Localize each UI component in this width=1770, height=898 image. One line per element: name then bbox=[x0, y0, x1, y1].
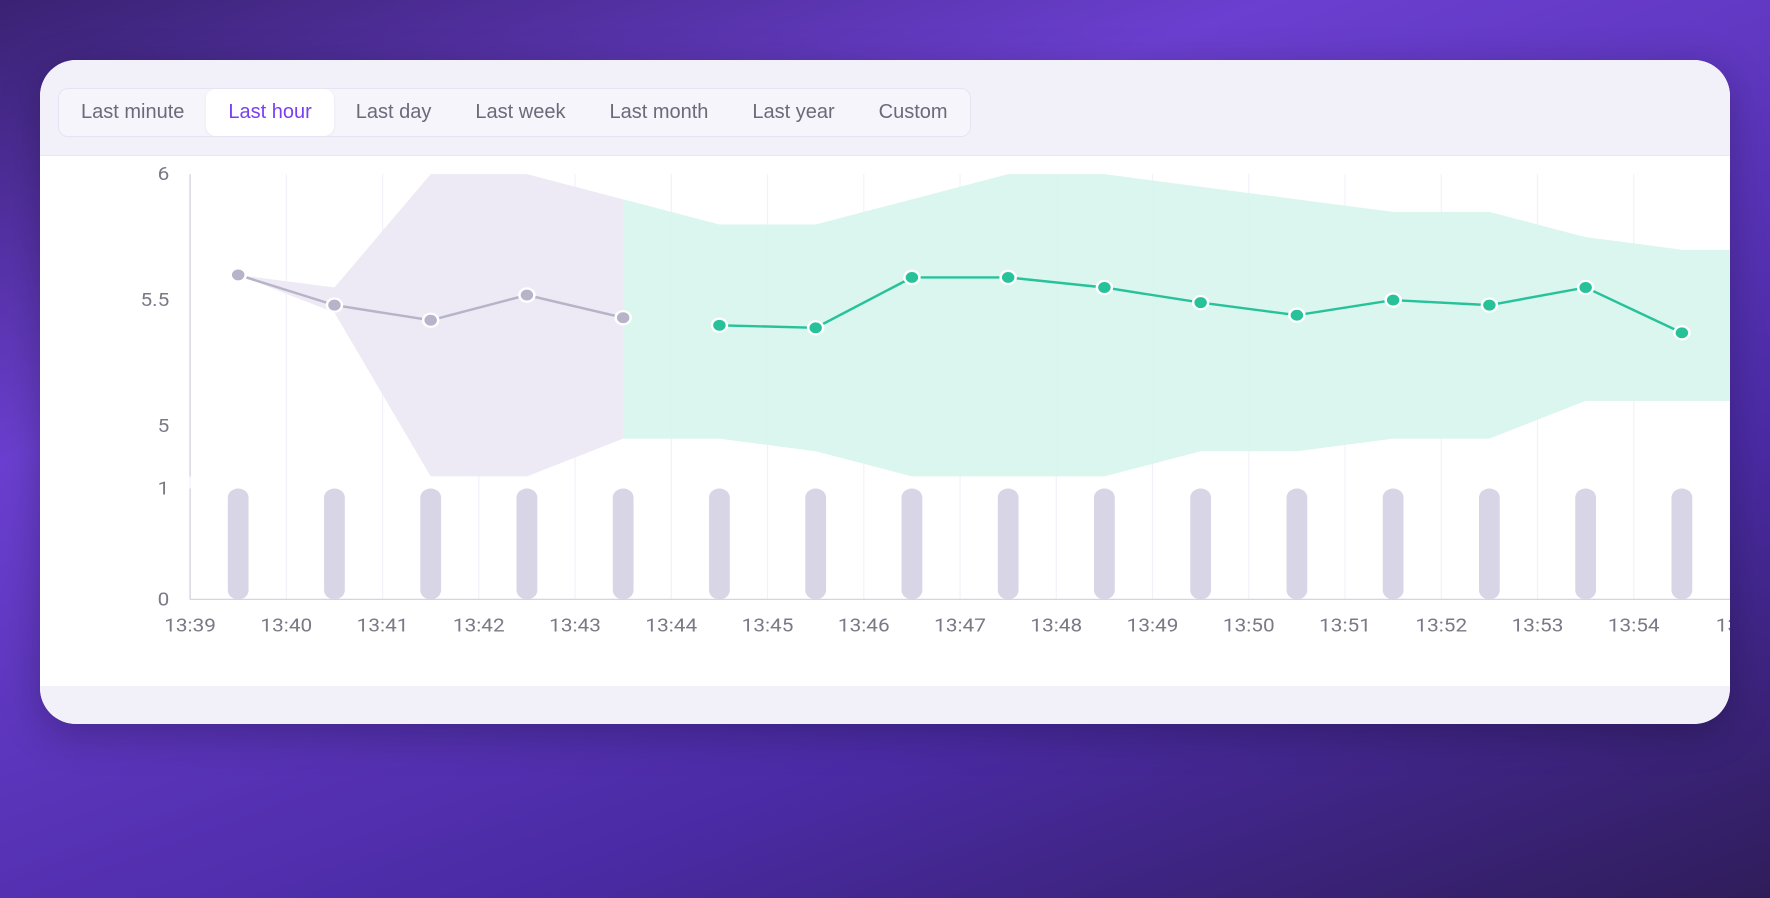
x-tick-label: 13:41 bbox=[357, 615, 409, 636]
volume-bar bbox=[1190, 489, 1211, 600]
x-tick-label: 13: bbox=[1716, 615, 1730, 636]
time-filter-last-month[interactable]: Last month bbox=[587, 89, 730, 136]
time-filter-last-hour[interactable]: Last hour bbox=[206, 89, 333, 136]
series-point-live bbox=[1193, 296, 1208, 309]
series-point-live bbox=[712, 319, 727, 332]
series-point-historical bbox=[423, 314, 438, 327]
x-tick-label: 13:43 bbox=[549, 615, 601, 636]
x-tick-label: 13:50 bbox=[1223, 615, 1275, 636]
volume-bar bbox=[1479, 489, 1500, 600]
series-point-live bbox=[1674, 326, 1689, 339]
time-filter-label: Last hour bbox=[228, 101, 311, 123]
y-tick-label: 6 bbox=[158, 163, 170, 184]
volume-bar bbox=[902, 489, 923, 600]
volume-bar bbox=[324, 489, 345, 600]
time-range-filter-group: Last minute Last hour Last day Last week Las… bbox=[58, 88, 971, 137]
series-point-live bbox=[808, 321, 823, 334]
series-point-live bbox=[1386, 294, 1401, 307]
volume-bar bbox=[805, 489, 826, 600]
x-tick-label: 13:44 bbox=[645, 615, 697, 636]
y-tick-label: 5 bbox=[158, 415, 170, 436]
volume-bar bbox=[1094, 489, 1115, 600]
metrics-card: Last minute Last hour Last day Last week Las… bbox=[40, 60, 1730, 724]
volume-bar bbox=[1575, 489, 1596, 600]
timeseries-chart: 5 5.5 6 0 1 13:39 13:40 13:41 13:42 13:43 13:44 13:… bbox=[40, 156, 1730, 686]
time-filter-last-day[interactable]: Last day bbox=[334, 89, 454, 136]
time-filter-custom[interactable]: Custom bbox=[857, 89, 970, 136]
time-filter-label: Last week bbox=[475, 101, 565, 123]
volume-bar bbox=[613, 489, 634, 600]
x-tick-label: 13:49 bbox=[1127, 615, 1179, 636]
y-tick-label: 5.5 bbox=[140, 289, 169, 310]
series-point-live bbox=[1578, 281, 1593, 294]
volume-bar bbox=[1287, 489, 1308, 600]
volume-bar bbox=[1671, 489, 1692, 600]
x-tick-label: 13:53 bbox=[1512, 615, 1564, 636]
volume-bar bbox=[420, 489, 441, 600]
card-footer bbox=[40, 686, 1730, 724]
time-range-toolbar: Last minute Last hour Last day Last week Las… bbox=[40, 60, 1730, 156]
confidence-band-live bbox=[623, 174, 1730, 476]
time-filter-last-minute[interactable]: Last minute bbox=[59, 89, 206, 136]
volume-bar bbox=[517, 489, 538, 600]
series-point-historical bbox=[616, 311, 631, 324]
x-tick-label: 13:47 bbox=[934, 615, 986, 636]
x-tick-label: 13:51 bbox=[1319, 615, 1371, 636]
series-point-live bbox=[1482, 299, 1497, 312]
volume-bar bbox=[228, 489, 249, 600]
time-filter-label: Last month bbox=[609, 101, 708, 123]
bar-y-tick-label: 1 bbox=[158, 478, 170, 499]
time-filter-label: Last day bbox=[356, 101, 432, 123]
time-filter-last-year[interactable]: Last year bbox=[730, 89, 856, 136]
chart-area: 5 5.5 6 0 1 13:39 13:40 13:41 13:42 13:43 13:44 13:… bbox=[40, 156, 1730, 686]
time-filter-label: Last minute bbox=[81, 101, 184, 123]
time-filter-label: Last year bbox=[752, 101, 834, 123]
volume-bar bbox=[709, 489, 730, 600]
volume-bar bbox=[1383, 489, 1404, 600]
series-point-historical bbox=[231, 268, 246, 281]
series-point-historical bbox=[519, 289, 534, 302]
series-point-live bbox=[1001, 271, 1016, 284]
x-tick-label: 13:42 bbox=[453, 615, 505, 636]
x-tick-label: 13:46 bbox=[838, 615, 890, 636]
series-point-historical bbox=[327, 299, 342, 312]
series-point-live bbox=[904, 271, 919, 284]
x-tick-label: 13:54 bbox=[1608, 615, 1660, 636]
time-filter-label: Custom bbox=[879, 101, 948, 123]
x-tick-label: 13:52 bbox=[1415, 615, 1467, 636]
x-tick-label: 13:39 bbox=[164, 615, 216, 636]
series-point-live bbox=[1097, 281, 1112, 294]
bar-y-tick-label: 0 bbox=[158, 589, 170, 610]
time-filter-last-week[interactable]: Last week bbox=[453, 89, 587, 136]
x-tick-label: 13:40 bbox=[260, 615, 312, 636]
series-point-live bbox=[1289, 309, 1304, 322]
volume-bar bbox=[998, 489, 1019, 600]
x-tick-label: 13:48 bbox=[1030, 615, 1082, 636]
x-tick-label: 13:45 bbox=[742, 615, 794, 636]
